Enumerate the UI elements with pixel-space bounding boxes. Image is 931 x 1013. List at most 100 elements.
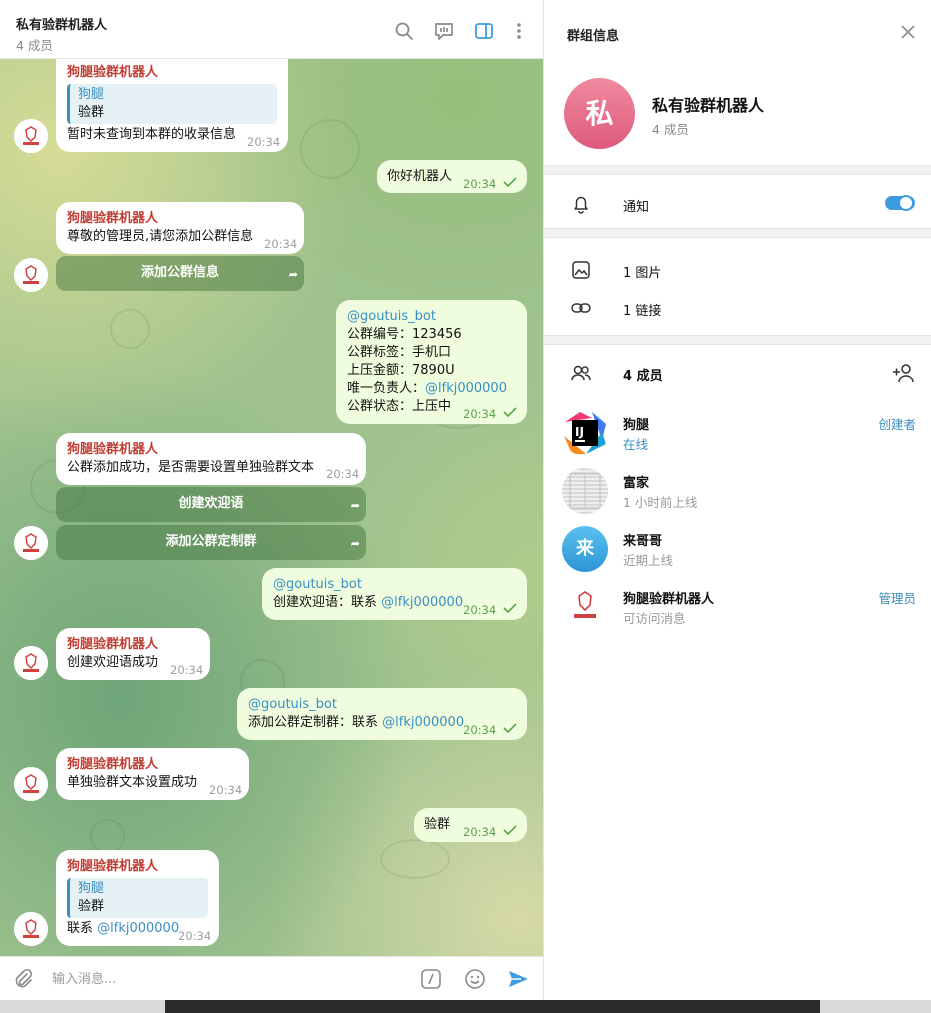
sidebar-toggle-icon[interactable] xyxy=(473,20,495,42)
member-role-badge: 创建者 xyxy=(878,417,916,432)
chat-title[interactable]: 私有验群机器人 xyxy=(16,14,107,33)
attach-icon[interactable] xyxy=(12,968,34,990)
message-line: 唯一负责人：@lfkj000000 xyxy=(347,380,507,398)
message-text: 暂时未查询到本群的收录信息 xyxy=(67,127,237,142)
message-line: 上压金额：7890U xyxy=(347,363,455,378)
message-text: 联系 xyxy=(67,921,98,936)
message-bubble[interactable]: @goutuis_bot 添加公群定制群：联系 @lfkj000000 20:3… xyxy=(237,688,527,740)
message-bubble[interactable]: 验群 20:34 xyxy=(414,808,527,842)
message-text: 创建欢迎语：联系 xyxy=(273,595,382,610)
message-bubble[interactable]: 狗腿验群机器人 狗腿 验群 暂时未查询到本群的收录信息 20:34 xyxy=(56,59,288,152)
member-row[interactable]: 来 来哥哥 近期上线 xyxy=(544,524,931,576)
user-mention-link[interactable]: @lfkj000000 xyxy=(381,595,463,610)
bot-avatar[interactable] xyxy=(14,526,48,560)
message-time: 20:34 xyxy=(463,407,497,421)
member-role-badge: 管理员 xyxy=(878,591,916,606)
user-mention-link[interactable]: @lfkj000000 xyxy=(97,921,179,936)
member-status: 近期上线 xyxy=(623,553,674,568)
more-vertical-icon[interactable] xyxy=(508,20,530,42)
member-name: 狗腿 xyxy=(623,418,650,433)
member-name: 狗腿验群机器人 xyxy=(623,592,715,607)
member-name: 富家 xyxy=(623,476,650,491)
group-avatar[interactable]: 私 xyxy=(564,78,635,149)
reply-text: 验群 xyxy=(78,105,105,120)
media-photos-link[interactable]: 1 图片 xyxy=(623,262,661,281)
message-bubble[interactable]: 狗腿验群机器人 尊敬的管理员,请您添加公群信息 20:34 xyxy=(56,202,304,254)
user-mention-link[interactable]: @lfkj000000 xyxy=(382,715,464,730)
message-line-text: 唯一负责人： xyxy=(347,381,426,396)
member-avatar: IJ xyxy=(562,410,608,456)
close-icon[interactable] xyxy=(899,23,917,41)
message-bubble[interactable]: 狗腿验群机器人 公群添加成功，是否需要设置单独验群文本 20:34 xyxy=(56,433,366,485)
message-sender[interactable]: 狗腿验群机器人 xyxy=(67,64,158,82)
member-row[interactable]: 富家 1 小时前上线 xyxy=(544,466,931,518)
message-sender[interactable]: 狗腿验群机器人 xyxy=(67,858,158,876)
bot-mention-link[interactable]: @goutuis_bot xyxy=(273,576,362,594)
message-bubble[interactable]: @goutuis_bot 创建欢迎语：联系 @lfkj000000 20:34 xyxy=(262,568,527,620)
bot-avatar[interactable] xyxy=(14,119,48,153)
message-sender[interactable]: 狗腿验群机器人 xyxy=(67,636,158,654)
reply-quote[interactable]: 狗腿 验群 xyxy=(67,878,208,918)
message-text: 验群 xyxy=(424,817,451,832)
member-row[interactable]: IJ 狗腿 在线 创建者 xyxy=(544,408,931,460)
notifications-label: 通知 xyxy=(623,200,650,215)
members-icon xyxy=(570,362,592,384)
message-sender[interactable]: 狗腿验群机器人 xyxy=(67,441,158,459)
bot-avatar[interactable] xyxy=(14,646,48,680)
inline-button-add-group-info[interactable]: 添加公群信息 ➦ xyxy=(56,256,304,291)
emoji-icon[interactable] xyxy=(464,968,486,990)
bot-mention-link[interactable]: @goutuis_bot xyxy=(347,308,436,326)
chat-panel: 私有验群机器人 4 成员 狗腿验群机器人 狗腿 验群 暂时未查询到本群的收录信息… xyxy=(0,0,543,1000)
reply-name: 狗腿 xyxy=(78,87,105,102)
message-input[interactable] xyxy=(52,969,392,989)
inline-button-add-custom-group[interactable]: 添加公群定制群 ➦ xyxy=(56,525,366,560)
bot-avatar[interactable] xyxy=(14,912,48,946)
message-time: 20:34 xyxy=(170,663,204,677)
message-time: 20:34 xyxy=(247,135,281,149)
member-avatar: 来 xyxy=(562,526,608,572)
message-time: 20:34 xyxy=(264,237,298,251)
bot-avatar[interactable] xyxy=(14,258,48,292)
search-icon[interactable] xyxy=(393,20,415,42)
chat-member-count: 4 成员 xyxy=(16,38,53,53)
message-text: 添加公群定制群：联系 xyxy=(248,715,383,730)
message-time: 20:34 xyxy=(178,929,212,943)
media-links-link[interactable]: 1 链接 xyxy=(623,300,661,319)
read-check-icon xyxy=(503,407,517,417)
message-bubble[interactable]: 狗腿验群机器人 单独验群文本设置成功 20:34 xyxy=(56,748,249,800)
message-line: 联系 @lfkj000000 xyxy=(67,920,179,938)
inline-button-label: 添加公群定制群 xyxy=(165,534,257,549)
message-time: 20:34 xyxy=(463,177,497,191)
message-text: 尊敬的管理员,请您添加公群信息 xyxy=(67,229,254,244)
user-mention-link[interactable]: @lfkj000000 xyxy=(425,381,507,396)
message-bubble[interactable]: 狗腿验群机器人 狗腿 验群 联系 @lfkj000000 20:34 xyxy=(56,850,219,946)
add-member-icon[interactable] xyxy=(892,362,916,384)
info-panel-title: 群组信息 xyxy=(567,29,620,44)
bot-avatar[interactable] xyxy=(14,767,48,801)
telegram-window: 私有验群机器人 4 成员 狗腿验群机器人 狗腿 验群 暂时未查询到本群的收录信息… xyxy=(0,0,931,1013)
message-bubble[interactable]: 狗腿验群机器人 创建欢迎语成功 20:34 xyxy=(56,628,210,680)
link-icon xyxy=(570,297,592,319)
notifications-toggle[interactable] xyxy=(885,195,915,211)
message-bubble[interactable]: 你好机器人 20:34 xyxy=(377,160,527,193)
section-divider xyxy=(544,335,931,345)
live-chat-icon[interactable] xyxy=(433,20,455,42)
section-divider xyxy=(544,165,931,175)
command-icon[interactable] xyxy=(420,968,442,990)
group-name: 私有验群机器人 xyxy=(652,96,765,115)
member-row[interactable]: 狗腿验群机器人 可访问消息 管理员 xyxy=(544,582,931,634)
bot-mention-link[interactable]: @goutuis_bot xyxy=(248,696,337,714)
message-bubble[interactable]: @goutuis_bot 公群编号：123456 公群标签：手机口 上压金额：7… xyxy=(336,300,527,424)
message-sender[interactable]: 狗腿验群机器人 xyxy=(67,210,158,228)
member-status: 1 小时前上线 xyxy=(623,495,698,510)
reply-quote[interactable]: 狗腿 验群 xyxy=(67,84,277,124)
inline-button-create-welcome[interactable]: 创建欢迎语 ➦ xyxy=(56,487,366,522)
inline-button-label: 创建欢迎语 xyxy=(178,496,244,511)
share-arrow-icon: ➦ xyxy=(350,537,360,550)
message-sender[interactable]: 狗腿验群机器人 xyxy=(67,756,158,774)
svg-text:IJ: IJ xyxy=(575,425,584,439)
send-icon[interactable] xyxy=(507,968,529,990)
members-section-title: 4 成员 xyxy=(623,369,663,384)
section-divider xyxy=(544,228,931,238)
message-text: 你好机器人 xyxy=(387,169,453,184)
